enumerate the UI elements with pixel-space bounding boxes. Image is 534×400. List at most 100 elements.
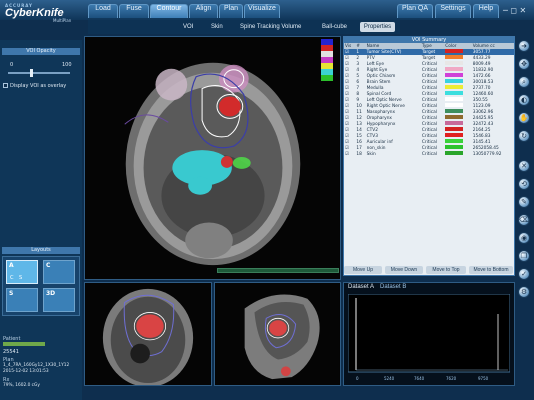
voi-table-row[interactable]: ☑ 16 Auricular inf Critical 3145.41 bbox=[344, 139, 514, 145]
voi-number: 18 bbox=[356, 151, 362, 157]
move-down-button[interactable]: Move Down bbox=[385, 266, 423, 274]
window-level-icon[interactable]: ◐ bbox=[518, 94, 530, 106]
brand-sub: MultiPlan bbox=[53, 18, 72, 23]
check-icon[interactable]: ✓ bbox=[518, 268, 530, 280]
arrow-circle-icon[interactable]: ➜ bbox=[518, 40, 530, 52]
color-swatch[interactable] bbox=[445, 97, 464, 102]
sagittal-viewport[interactable] bbox=[214, 282, 341, 386]
rotate-icon[interactable]: ↻ bbox=[518, 130, 530, 142]
vis-checkbox[interactable]: ☑ bbox=[344, 151, 355, 157]
voi-table-row[interactable]: ☑ 8 Spinal Cord Critical 12460.60 bbox=[344, 91, 514, 97]
tab-align[interactable]: Align bbox=[189, 4, 218, 18]
coronal-viewport[interactable] bbox=[84, 282, 212, 386]
axial-ct-image bbox=[85, 37, 340, 279]
color-swatch[interactable] bbox=[445, 109, 464, 114]
color-swatch[interactable] bbox=[445, 145, 464, 150]
axial-viewport[interactable] bbox=[84, 36, 341, 280]
color-swatch[interactable] bbox=[445, 61, 464, 66]
layout-coronal-button[interactable]: C bbox=[43, 260, 75, 284]
tab-load[interactable]: Load bbox=[88, 4, 118, 18]
layout-sagittal-button[interactable]: S bbox=[6, 288, 38, 312]
layout-s-label: S bbox=[9, 290, 14, 297]
patient-id: 25541 bbox=[3, 349, 19, 355]
fill-icon[interactable]: ◉ bbox=[518, 232, 530, 244]
color-swatch[interactable] bbox=[445, 151, 464, 156]
opacity-slider-thumb[interactable] bbox=[29, 69, 33, 77]
voi-table-row[interactable]: ☑ 1 Tumor Site(CTV) Target 3057.77 bbox=[344, 49, 514, 55]
color-swatch[interactable] bbox=[445, 91, 464, 96]
color-swatch[interactable] bbox=[445, 85, 464, 90]
move-up-button[interactable]: Move Up bbox=[344, 266, 382, 274]
axial-slice-scrollbar[interactable] bbox=[217, 268, 339, 273]
contour-pen-icon[interactable]: ✎ bbox=[518, 196, 530, 208]
histogram-chart[interactable] bbox=[348, 294, 510, 376]
voi-table-row[interactable]: ☑ 18 Skin Critical 13050779.92 bbox=[344, 151, 514, 157]
color-swatch[interactable] bbox=[445, 115, 464, 120]
voi-table-row[interactable]: ☑ 14 CTV2 Critical 2164.25 bbox=[344, 127, 514, 133]
erase-icon[interactable]: ⌫ bbox=[518, 214, 530, 226]
subtab-voi[interactable]: VOI bbox=[183, 24, 193, 30]
voi-table-row[interactable]: ☑ 10 Right Optic Nerve Critical 1123.09 bbox=[344, 103, 514, 109]
color-swatch[interactable] bbox=[445, 49, 464, 54]
overlay-checkbox[interactable] bbox=[3, 83, 8, 88]
voi-table-row[interactable]: ☑ 5 Optic Chiasm Critical 1472.66 bbox=[344, 73, 514, 79]
voi-table-row[interactable]: ☑ 17 non_skin Critical 2652058.45 bbox=[344, 145, 514, 151]
window-level-colorbar[interactable] bbox=[321, 39, 333, 85]
move-to-bottom-button[interactable]: Move to Bottom bbox=[469, 266, 513, 274]
subtab-skin[interactable]: Skin bbox=[211, 24, 223, 30]
opacity-slider-track[interactable] bbox=[8, 72, 70, 74]
layout-axial-button[interactable]: A C S bbox=[6, 260, 38, 284]
color-swatch[interactable] bbox=[445, 79, 464, 84]
color-swatch[interactable] bbox=[445, 139, 464, 144]
color-swatch[interactable] bbox=[445, 73, 464, 78]
voi-table-row[interactable]: ☑ 12 Oropharynx Critical 24425.95 bbox=[344, 115, 514, 121]
plan-date: 2015-12-02 13:01:53 bbox=[3, 369, 49, 374]
color-swatch[interactable] bbox=[445, 103, 464, 108]
layout-3d-button[interactable]: 3D bbox=[43, 288, 75, 312]
voi-table-row[interactable]: ☑ 6 Brain Stem Critical 30018.53 bbox=[344, 79, 514, 85]
dataset-b-tab[interactable]: Dataset B bbox=[380, 284, 406, 290]
voi-color-swatch[interactable] bbox=[444, 151, 471, 157]
tab-plan[interactable]: Plan bbox=[219, 4, 243, 18]
dataset-a-tab[interactable]: Dataset A bbox=[348, 284, 374, 290]
settings-icon[interactable]: ⚙ bbox=[518, 286, 530, 298]
rx-value: 79%, 1602.0 cGy bbox=[3, 383, 40, 388]
voi-table-row[interactable]: ☑ 2 PTV Target 4433.29 bbox=[344, 55, 514, 61]
color-swatch[interactable] bbox=[445, 55, 464, 60]
tab-fuse[interactable]: Fuse bbox=[119, 4, 149, 18]
layout-a-sub-c: C bbox=[10, 275, 14, 281]
voi-table-row[interactable]: ☑ 7 Medulla Critical 2737.70 bbox=[344, 85, 514, 91]
voi-table-row[interactable]: ☑ 3 Left Eye Critical 8009.49 bbox=[344, 61, 514, 67]
move-to-top-button[interactable]: Move to Top bbox=[426, 266, 466, 274]
zoom-icon[interactable]: ⌕ bbox=[518, 76, 530, 88]
tab-plan-qa[interactable]: Plan QA bbox=[397, 4, 433, 18]
voi-table-row[interactable]: ☑ 13 Hypopharynx Critical 32472.43 bbox=[344, 121, 514, 127]
subtab-spine-tracking[interactable]: Spine Tracking Volume bbox=[240, 24, 301, 30]
voi-table-row[interactable]: ☑ 11 Nasopharynx Critical 33062.96 bbox=[344, 109, 514, 115]
layouts-header: Layouts bbox=[2, 247, 80, 254]
slider-min-label: 0 bbox=[10, 62, 14, 68]
color-swatch[interactable] bbox=[445, 127, 464, 132]
window-controls[interactable]: ─ ◻ ✕ bbox=[503, 6, 531, 16]
tab-settings[interactable]: Settings bbox=[435, 4, 471, 18]
plan-name: 1_4_7RA_160Gy12_1X30_1Y12 bbox=[3, 363, 70, 368]
subtab-ball-cube[interactable]: Ball-cube bbox=[322, 24, 347, 30]
voi-name: Skin bbox=[366, 151, 376, 157]
pan-icon[interactable]: ✋ bbox=[518, 112, 530, 124]
copy-icon[interactable]: ❐ bbox=[518, 250, 530, 262]
color-swatch[interactable] bbox=[445, 133, 464, 138]
voi-table-row[interactable]: ☑ 4 Right Eye Critical 11832.90 bbox=[344, 67, 514, 73]
layout-a-sub-s: S bbox=[19, 275, 23, 281]
voi-table-row[interactable]: ☑ 15 CTV3 Critical 1546.83 bbox=[344, 133, 514, 139]
tab-help[interactable]: Help bbox=[473, 4, 499, 18]
reset-icon[interactable]: ⟲ bbox=[518, 178, 530, 190]
left-panel: VOI Opacity 0 100 Display VOI as overlay… bbox=[0, 40, 82, 400]
tab-contour[interactable]: Contour bbox=[150, 4, 188, 18]
color-swatch[interactable] bbox=[445, 121, 464, 126]
tab-visualize[interactable]: Visualize bbox=[244, 4, 280, 18]
color-swatch[interactable] bbox=[445, 67, 464, 72]
properties-button[interactable]: Properties bbox=[360, 22, 395, 32]
layout-c-label: C bbox=[46, 262, 51, 269]
measure-icon[interactable]: ✕ bbox=[518, 160, 530, 172]
navigate-icon[interactable]: ✥ bbox=[518, 58, 530, 70]
